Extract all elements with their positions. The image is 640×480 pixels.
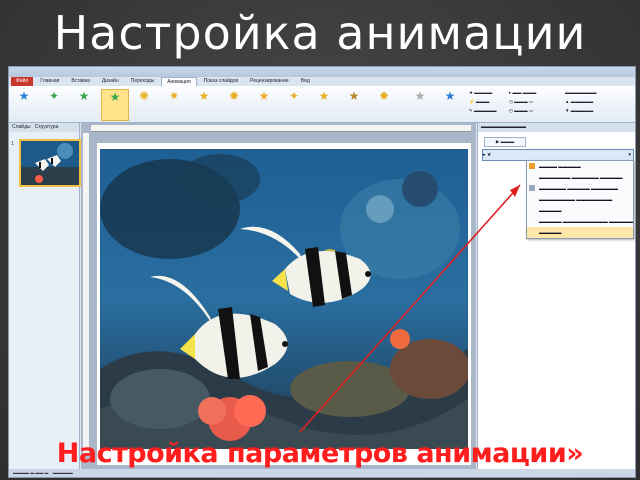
- chevron-down-icon[interactable]: ▾: [628, 150, 631, 160]
- play-button[interactable]: ▶ ▬▬▬: [484, 137, 526, 147]
- menu-item-start-after-previous[interactable]: ▬▬▬▬▬▬ ▬▬▬▬▬ ▬▬▬▬▬▬: [527, 183, 633, 194]
- star-icon: ★: [18, 89, 30, 103]
- vertical-ruler: [83, 133, 89, 453]
- slides-pane: Слайды Структура 1: [9, 123, 81, 469]
- tab-file[interactable]: Файл: [11, 77, 34, 86]
- star-icon: ✸: [378, 89, 390, 103]
- animation-pane-button[interactable]: ★ ▬▬▬▬: [469, 90, 492, 96]
- effect-split[interactable]: ✷: [161, 89, 187, 119]
- slide-canvas[interactable]: [97, 143, 471, 465]
- effect-appear[interactable]: ✦: [41, 89, 67, 119]
- effect-grow[interactable]: ★: [311, 89, 337, 119]
- add-animation-button[interactable]: ★: [437, 89, 463, 119]
- effect-wipe[interactable]: ★: [191, 89, 217, 119]
- slides-pane-tabs: Слайды Структура: [9, 123, 79, 132]
- menu-item-effect-options[interactable]: ▬▬▬▬▬▬▬▬ ▬▬▬▬▬▬▬▬: [527, 194, 633, 205]
- tab-outline[interactable]: Структура: [35, 123, 59, 132]
- ribbon-tabs: Файл Главная Вставка Дизайн Переходы Ани…: [9, 77, 635, 86]
- animation-context-menu: ▬▬▬▬ ▬▬▬▬▬ ▬▬▬▬▬▬▬ ▬▬▬▬▬▬ ▬▬▬▬▬ ▬▬▬▬▬▬ ▬…: [526, 160, 634, 239]
- tab-view[interactable]: Вид: [296, 77, 315, 86]
- mouse-icon: [529, 163, 535, 169]
- preview-button[interactable]: ★: [11, 89, 37, 119]
- tab-design[interactable]: Дизайн: [97, 77, 124, 86]
- animation-pane-header: ▬▬▬▬▬▬▬▬▬: [478, 123, 635, 132]
- star-icon: ★: [444, 89, 456, 103]
- duration-field[interactable]: ◷ ▬▬▬ ▭: [509, 99, 533, 105]
- star-icon: ★: [348, 89, 360, 103]
- effect-fly-in[interactable]: ★: [101, 89, 129, 121]
- menu-item-timing[interactable]: ▬▬▬▬▬: [527, 205, 633, 216]
- star-icon: ★: [198, 89, 210, 103]
- star-icon: ★: [258, 89, 270, 103]
- tab-insert[interactable]: Вставка: [66, 77, 95, 86]
- underwater-image: [100, 149, 468, 449]
- slide-thumbnail[interactable]: [19, 139, 81, 187]
- reorder-label: ▬▬▬▬▬▬▬: [565, 90, 597, 95]
- star-icon: ★: [414, 89, 426, 103]
- menu-item-remove[interactable]: ▬▬▬▬▬: [527, 227, 633, 238]
- move-earlier-button[interactable]: ▲ ▬▬▬▬▬: [565, 99, 593, 104]
- star-icon: ✦: [288, 89, 300, 103]
- effect-float[interactable]: ✺: [131, 89, 157, 119]
- tab-home[interactable]: Главная: [35, 77, 64, 86]
- star-icon: ★: [78, 89, 90, 103]
- menu-item-start-with-previous[interactable]: ▬▬▬▬▬▬▬ ▬▬▬▬▬▬ ▬▬▬▬▬: [527, 172, 633, 183]
- move-later-button[interactable]: ▼ ▬▬▬▬▬: [565, 108, 593, 113]
- menu-item-start-on-click[interactable]: ▬▬▬▬ ▬▬▬▬▬: [527, 161, 633, 172]
- trigger-button[interactable]: ⚡ ▬▬▬: [469, 99, 489, 105]
- slide-number: 1: [11, 141, 14, 147]
- star-icon: ★: [109, 90, 121, 104]
- star-icon: ✹: [228, 89, 240, 103]
- effect-bounce[interactable]: ✸: [371, 89, 397, 119]
- star-icon: ✷: [168, 89, 180, 103]
- tab-slides[interactable]: Слайды: [12, 123, 31, 132]
- effect-fade[interactable]: ★: [71, 89, 97, 119]
- slide-title: Настройка анимации: [53, 6, 587, 60]
- star-icon: ★: [318, 89, 330, 103]
- effect-options-button[interactable]: ★: [407, 89, 433, 119]
- horizontal-ruler: [91, 125, 471, 132]
- slide-editor: [81, 123, 476, 469]
- thumbnail-image: [21, 141, 79, 185]
- star-icon: ✺: [138, 89, 150, 103]
- effect-shape[interactable]: ✹: [221, 89, 247, 119]
- animation-pane: ▬▬▬▬▬▬▬▬▬ ▶ ▬▬▬ ▸ ★ ▾ ▬▬▬▬ ▬▬▬▬▬ ▬▬▬▬▬▬▬…: [477, 123, 635, 469]
- start-dropdown[interactable]: ▸ ▬▬ ▬▬▬: [509, 90, 536, 96]
- effect-wheel[interactable]: ★: [251, 89, 277, 119]
- delay-field[interactable]: ◴ ▬▬▬ ▭: [509, 108, 533, 114]
- tab-review[interactable]: Рецензирование: [245, 77, 294, 86]
- menu-item-hide-advanced[interactable]: ▬▬▬▬▬ ▬▬▬▬▬▬▬▬▬▬ ▬▬▬▬▬▬: [527, 216, 633, 227]
- tab-slideshow[interactable]: Показ слайдов: [199, 77, 243, 86]
- fish-photo[interactable]: [100, 149, 468, 449]
- animation-painter-button[interactable]: ✎ ▬▬▬▬▬: [469, 108, 497, 114]
- effect-zoom[interactable]: ★: [341, 89, 367, 119]
- effect-random[interactable]: ✦: [281, 89, 307, 119]
- window-titlebar: [9, 67, 635, 77]
- slide-caption: Настройка параметров анимации»: [56, 438, 584, 469]
- animation-effect-icon: ▸ ★: [483, 152, 492, 158]
- status-bar: ▬▬▬▬ ▬ ▬▬ ▬ ▬▬▬▬▬: [9, 469, 635, 477]
- powerpoint-window: Файл Главная Вставка Дизайн Переходы Ани…: [8, 66, 636, 478]
- tab-animations[interactable]: Анимация: [161, 77, 197, 86]
- ribbon-animations: ★ ✦ ★ ★ ✺ ✷ ★ ✹ ★ ✦ ★ ★ ✸ ★ ★ ★ ▬▬▬▬ ⚡ ▬…: [9, 86, 635, 123]
- tab-transitions[interactable]: Переходы: [126, 77, 159, 86]
- clock-icon: [529, 185, 535, 191]
- star-icon: ✦: [48, 89, 60, 103]
